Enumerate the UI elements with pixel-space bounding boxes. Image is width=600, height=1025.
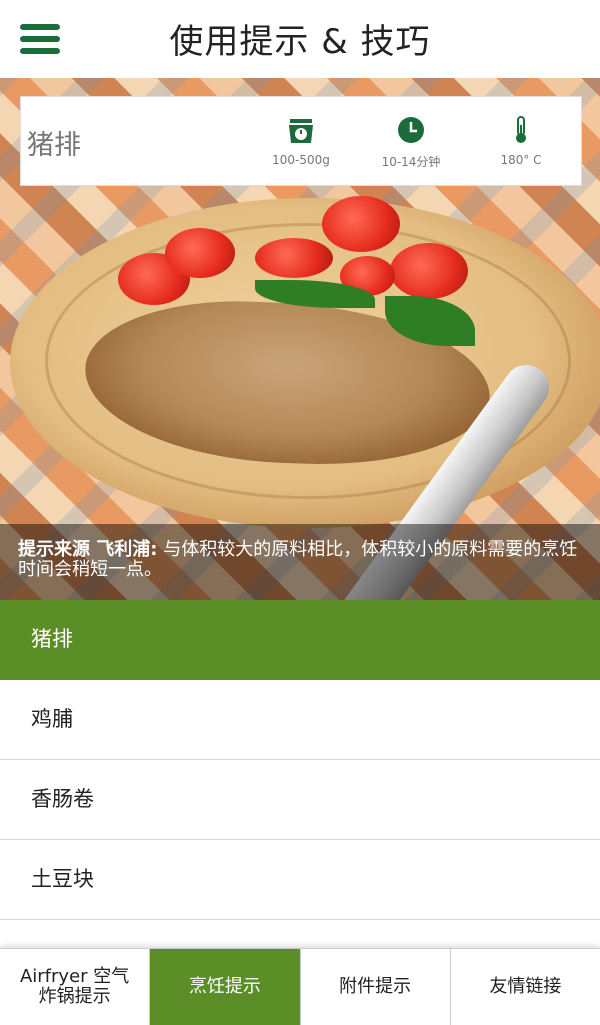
- list-item-sausage-roll[interactable]: 香肠卷: [0, 760, 600, 840]
- weight-stat: 100-500g: [251, 115, 351, 167]
- time-stat: 10-14分钟: [361, 115, 461, 170]
- app-header: 使用提示 & 技巧: [0, 0, 600, 78]
- scale-icon: [289, 119, 313, 143]
- tab-links-label: 友情链接: [489, 976, 562, 997]
- tab-cooking-tips-label: 烹饪提示: [188, 976, 261, 997]
- tab-airfryer-tips[interactable]: Airfryer 空气炸锅提示: [0, 949, 149, 1025]
- list-item-chicken-breast[interactable]: 鸡脯: [0, 680, 600, 760]
- temperature-label: 180° C: [500, 153, 542, 167]
- tomato-slice: [255, 238, 333, 278]
- tomato-slice: [390, 243, 468, 299]
- tomato-slice: [165, 228, 235, 278]
- list-item-pork-chop[interactable]: 猪排: [0, 600, 600, 680]
- tab-accessory-tips-label: 附件提示: [339, 976, 412, 997]
- time-label: 10-14分钟: [381, 155, 441, 169]
- thermometer-icon: [516, 116, 526, 143]
- tab-accessory-tips[interactable]: 附件提示: [299, 949, 450, 1025]
- list-item-potato-wedges[interactable]: 土豆块: [0, 840, 600, 920]
- food-info-card: 猪排 100-500g 10-14分钟 180° C: [20, 96, 582, 186]
- tomato-slice: [322, 196, 400, 252]
- weight-label: 100-500g: [272, 153, 330, 167]
- food-list: 猪排 鸡脯 香肠卷 土豆块 鱼类: [0, 600, 600, 950]
- tab-airfryer-tips-label: Airfryer 空气炸锅提示: [19, 966, 130, 1007]
- tip-source: 提示来源 飞利浦:: [18, 539, 158, 560]
- tab-links[interactable]: 友情链接: [449, 949, 600, 1025]
- food-name: 猪排: [27, 130, 81, 161]
- tip-caption-text: 提示来源 飞利浦: 与体积较大的原料相比，体积较小的原料需要的烹饪时间会稍短一点…: [18, 540, 582, 580]
- page-title: 使用提示 & 技巧: [169, 22, 431, 62]
- tip-caption: 提示来源 飞利浦: 与体积较大的原料相比，体积较小的原料需要的烹饪时间会稍短一点…: [0, 524, 600, 600]
- clock-icon: [398, 117, 424, 143]
- temperature-stat: 180° C: [471, 115, 571, 167]
- bottom-tab-bar: Airfryer 空气炸锅提示 烹饪提示 附件提示 友情链接: [0, 948, 600, 1025]
- list-item-fish[interactable]: 鱼类: [0, 920, 600, 950]
- tab-cooking-tips[interactable]: 烹饪提示: [149, 949, 300, 1025]
